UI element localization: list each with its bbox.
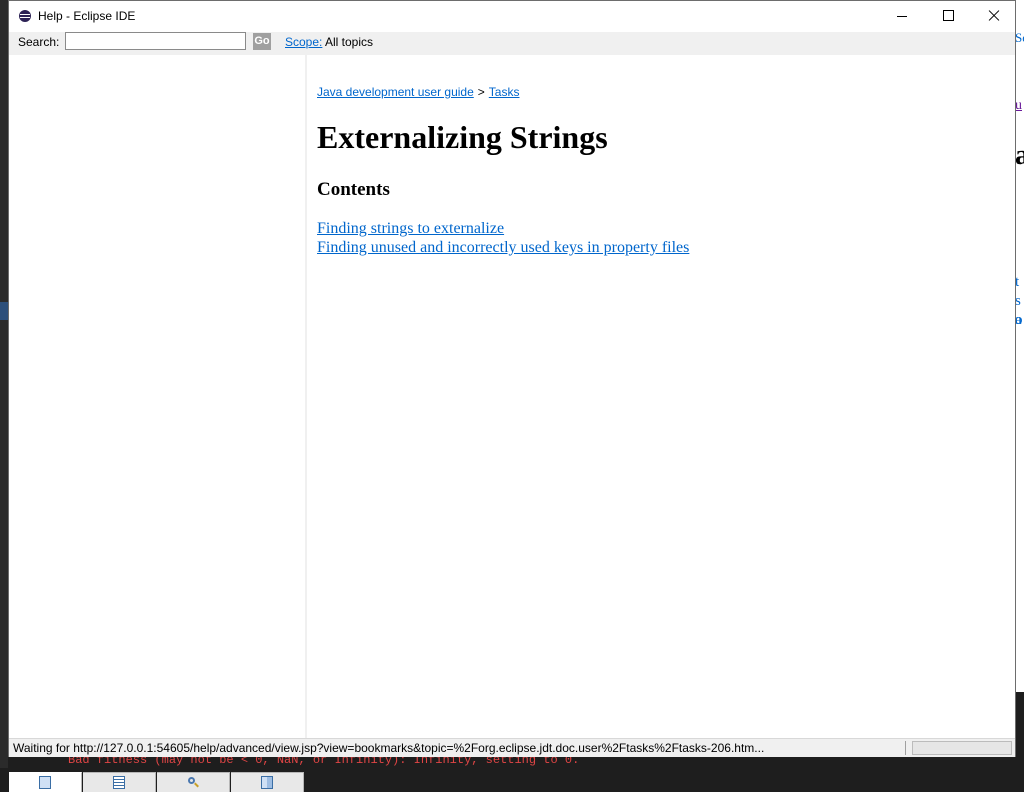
title-bar[interactable]: Help - Eclipse IDE (9, 1, 1015, 32)
breadcrumb-link-user-guide[interactable]: Java development user guide (317, 85, 474, 99)
background-fragment: o (1015, 312, 1023, 328)
breadcrumb-separator: > (477, 85, 485, 99)
help-window: Help - Eclipse IDE Search: Go Scope: All… (8, 0, 1016, 792)
eclipse-logo-icon (19, 10, 31, 22)
background-selection (0, 302, 8, 320)
scope-link[interactable]: Scope: (285, 35, 322, 49)
contents-links: Finding strings to externalize Finding u… (317, 219, 689, 257)
close-button[interactable] (971, 1, 1017, 31)
background-ide-left-strip (0, 0, 8, 768)
progress-bar (912, 741, 1012, 755)
contents-heading: Contents (317, 179, 390, 200)
tab-contents[interactable] (9, 772, 82, 792)
navigation-pane[interactable] (9, 55, 306, 792)
tab-index[interactable] (83, 772, 156, 792)
status-bar: Waiting for http://127.0.0.1:54605/help/… (9, 738, 1015, 757)
search-toolbar: Search: Go Scope: All topics (9, 32, 1015, 55)
status-text: Waiting for http://127.0.0.1:54605/help/… (13, 741, 765, 755)
background-fragment: a (1015, 140, 1024, 171)
window-title: Help - Eclipse IDE (38, 9, 136, 23)
search-input[interactable] (65, 32, 246, 50)
background-fragment: Se (1015, 30, 1024, 45)
page-title: Externalizing Strings (317, 119, 608, 155)
tab-search-results[interactable] (157, 772, 230, 792)
background-fragment: u (1015, 98, 1022, 113)
index-icon (113, 776, 125, 789)
link-finding-strings[interactable]: Finding strings to externalize (317, 219, 689, 238)
navigation-tabs (9, 772, 305, 792)
breadcrumb-link-tasks[interactable]: Tasks (489, 85, 520, 99)
contents-icon (39, 776, 51, 789)
scope-value: All topics (325, 35, 374, 49)
background-ide-right-strip: Se u a t s a o (1015, 0, 1024, 692)
go-button[interactable]: Go (253, 33, 271, 50)
search-label: Search: (18, 35, 60, 49)
tab-bookmarks[interactable] (231, 772, 304, 792)
bookmarks-icon (261, 776, 273, 789)
status-divider (905, 741, 906, 755)
maximize-button[interactable] (925, 1, 971, 31)
link-finding-unused-keys[interactable]: Finding unused and incorrectly used keys… (317, 238, 689, 257)
topic-content: Java development user guide > Tasks Extern… (307, 55, 1015, 738)
search-results-icon (187, 776, 199, 789)
minimize-button[interactable] (879, 1, 925, 31)
breadcrumb: Java development user guide > Tasks (317, 85, 519, 99)
